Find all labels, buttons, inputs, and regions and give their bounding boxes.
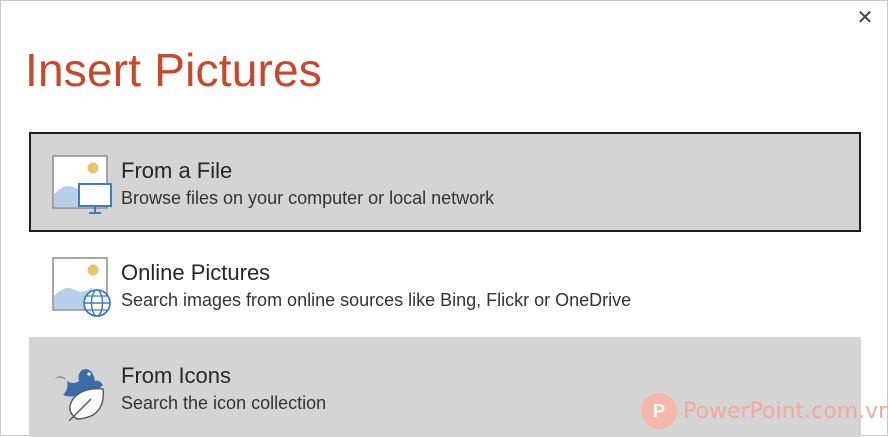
bird-leaf-icon — [55, 369, 104, 421]
online-pictures-title: Online Pictures — [121, 260, 271, 285]
watermark-text: PowerPoint.com.vn — [683, 398, 888, 424]
from-icons-description: Search the icon collection — [121, 393, 327, 413]
picture-computer-icon — [52, 155, 112, 214]
online-pictures-description: Search images from online sources like B… — [121, 290, 632, 310]
insert-pictures-dialog: ✕ Insert Pictures From a File Browse fil… — [0, 0, 888, 437]
from-icons-title: From Icons — [121, 363, 232, 388]
powerpoint-watermark: P PowerPoint.com.vn — [641, 393, 888, 429]
close-button[interactable]: ✕ — [853, 5, 877, 29]
picture-globe-icon — [52, 257, 111, 317]
from-a-file-description: Browse files on your computer or local n… — [121, 188, 495, 208]
online-pictures-option[interactable]: Online Pictures Search images from onlin… — [29, 234, 861, 334]
from-a-file-option[interactable]: From a File Browse files on your compute… — [29, 132, 861, 232]
from-a-file-title: From a File — [121, 158, 233, 183]
logo-letter: P — [652, 400, 665, 421]
dialog-title: Insert Pictures — [25, 44, 322, 96]
powerpoint-logo-icon: P — [641, 393, 677, 429]
close-icon[interactable]: ✕ — [857, 5, 874, 30]
